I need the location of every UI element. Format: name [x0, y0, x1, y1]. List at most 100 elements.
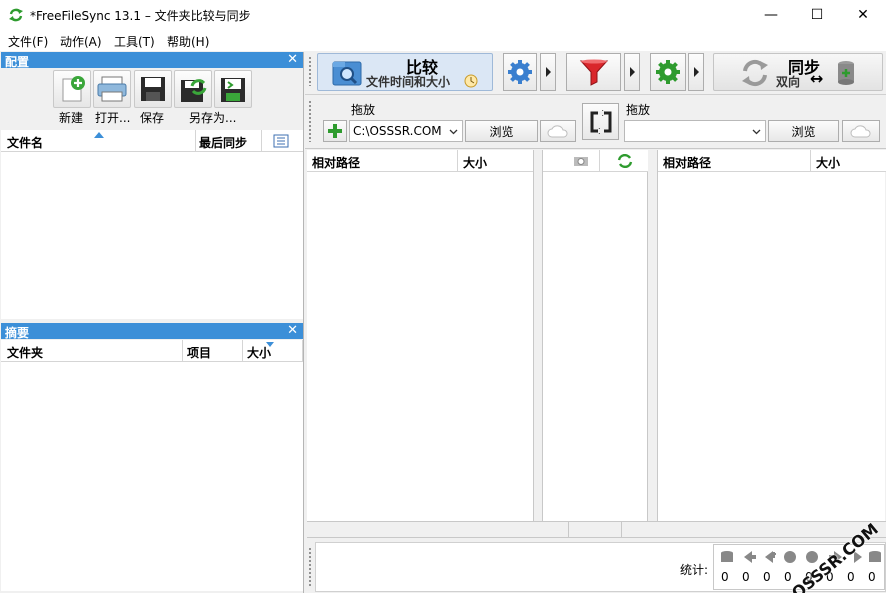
two-way-arrow-icon: ↔: [810, 69, 824, 88]
right-browse-button[interactable]: 浏览: [768, 120, 839, 142]
minimize-button[interactable]: —: [748, 0, 794, 30]
sync-arrows-icon: [742, 59, 768, 87]
middle-action-grid[interactable]: [542, 150, 648, 521]
filter-button[interactable]: [566, 53, 621, 91]
expand-arrow-icon: [693, 67, 699, 77]
summary-list-header: 文件夹 项目 大小: [1, 340, 303, 362]
summary-panel-title: 摘要: [5, 326, 30, 340]
left-col-rel-path[interactable]: 相对路径: [312, 154, 360, 171]
new-config-button[interactable]: [53, 70, 91, 108]
stat-value: 0: [868, 570, 876, 584]
left-grid-header: 相对路径 大小: [307, 150, 533, 172]
browse-label: 浏览: [791, 124, 816, 139]
sync-subtitle: 双向: [776, 75, 801, 89]
stat-value: 0: [784, 570, 792, 584]
new-label: 新建: [59, 111, 84, 125]
column-settings-icon[interactable]: [273, 134, 289, 148]
left-folder-combobox[interactable]: C:\OSSSR.COM: [349, 120, 463, 142]
compare-magnifier-icon: [332, 61, 362, 86]
right-folder-combobox[interactable]: [624, 120, 766, 142]
summary-panel-header: 摘要 ✕: [1, 323, 303, 340]
sync-action-icon[interactable]: [617, 154, 633, 168]
expand-arrow-icon: [545, 67, 551, 77]
left-file-grid[interactable]: 相对路径 大小: [307, 150, 534, 521]
close-button[interactable]: ✕: [840, 0, 886, 30]
open-label: 打开...: [95, 111, 131, 125]
left-cloud-button[interactable]: [540, 120, 576, 142]
right-col-rel-path[interactable]: 相对路径: [663, 154, 711, 171]
clock-icon: [464, 74, 478, 88]
left-browse-button[interactable]: 浏览: [465, 120, 538, 142]
close-icon: ✕: [857, 7, 869, 23]
stat-value: 0: [742, 570, 750, 584]
blue-gear-icon: [508, 60, 532, 84]
status-bar: [307, 521, 886, 538]
stat-value: 0: [763, 570, 771, 584]
compare-options-dropdown[interactable]: [540, 53, 556, 91]
save-as-label: 另存为...: [189, 111, 237, 125]
compare-button[interactable]: 比较 文件时间和大小: [317, 53, 493, 91]
printer-icon: [97, 76, 127, 102]
freefilesync-app-icon: [9, 8, 23, 22]
add-folder-pair-button[interactable]: [323, 120, 347, 142]
cloud-icon: [850, 125, 871, 138]
minimize-icon: —: [764, 7, 778, 23]
cloud-icon: [547, 125, 568, 138]
left-folder-path[interactable]: C:\OSSSR.COM: [353, 124, 442, 138]
green-gear-icon: [656, 60, 680, 84]
maximize-icon: ☐: [810, 7, 824, 23]
sync-button[interactable]: 同步 双向 ↔: [713, 53, 883, 91]
menu-tools[interactable]: 工具(T): [114, 33, 155, 50]
config-panel-title: 配置: [5, 55, 30, 69]
middle-grid-header: [543, 150, 648, 172]
sync-options-dropdown[interactable]: [688, 53, 704, 91]
right-col-size[interactable]: 大小: [816, 154, 840, 171]
stat-value: 0: [721, 570, 729, 584]
right-grid-header: 相对路径 大小: [658, 150, 886, 172]
config-panel-close-icon[interactable]: ✕: [287, 52, 298, 67]
config-panel-header: 配置 ✕: [1, 52, 303, 69]
config-list[interactable]: 文件名 最后同步: [1, 130, 303, 319]
menu-file[interactable]: 文件(F): [8, 33, 48, 50]
menu-bar: 文件(F) 动作(A) 工具(T) 帮助(H): [0, 30, 886, 51]
swap-sides-button[interactable]: [582, 103, 619, 140]
save-sync-icon: [181, 79, 207, 102]
menu-help[interactable]: 帮助(H): [167, 33, 209, 50]
sort-ascending-icon: [94, 132, 104, 138]
right-cloud-button[interactable]: [842, 120, 880, 142]
col-filename[interactable]: 文件名: [7, 134, 43, 151]
title-bar: *FreeFileSync 13.1 – 文件夹比较与同步 — ☐ ✕: [0, 0, 886, 30]
save-sync-config-button[interactable]: [174, 70, 212, 108]
sort-descending-icon: [266, 342, 274, 347]
add-plus-icon: [328, 124, 342, 138]
open-config-button[interactable]: [93, 70, 131, 108]
chevron-down-icon[interactable]: [449, 129, 458, 135]
config-list-header: 文件名 最后同步: [1, 130, 303, 152]
filter-funnel-icon: [579, 59, 608, 86]
compare-subtitle: 文件时间和大小: [366, 75, 451, 89]
col-last-sync[interactable]: 最后同步: [199, 134, 247, 151]
col-folder[interactable]: 文件夹: [7, 344, 43, 361]
window-title: *FreeFileSync 13.1 – 文件夹比较与同步: [30, 9, 251, 23]
summary-list: 文件夹 项目 大小: [1, 340, 303, 591]
chevron-down-icon[interactable]: [752, 129, 761, 135]
compare-category-icon[interactable]: [573, 155, 589, 167]
right-drop-label: 拖放: [626, 103, 651, 117]
save-config-button[interactable]: [134, 70, 172, 108]
filter-options-dropdown[interactable]: [624, 53, 640, 91]
browse-label: 浏览: [489, 124, 514, 139]
maximize-button[interactable]: ☐: [794, 0, 840, 30]
swap-icon: [590, 109, 611, 134]
stats-label: 统计:: [680, 563, 709, 577]
left-col-size[interactable]: 大小: [463, 154, 487, 171]
compare-settings-button[interactable]: [503, 53, 537, 91]
save-label: 保存: [140, 111, 165, 125]
right-file-grid[interactable]: 相对路径 大小: [657, 150, 886, 521]
menu-action[interactable]: 动作(A): [60, 33, 102, 50]
sync-settings-button[interactable]: [650, 53, 686, 91]
summary-panel: 摘要 ✕ 文件夹 项目 大小: [1, 323, 303, 591]
summary-panel-close-icon[interactable]: ✕: [287, 323, 298, 338]
config-panel: 配置 ✕ 新建 打开... 保存 另存为... 文件名 最后同步: [1, 52, 303, 319]
save-batch-button[interactable]: [214, 70, 252, 108]
col-items[interactable]: 项目: [187, 344, 211, 361]
